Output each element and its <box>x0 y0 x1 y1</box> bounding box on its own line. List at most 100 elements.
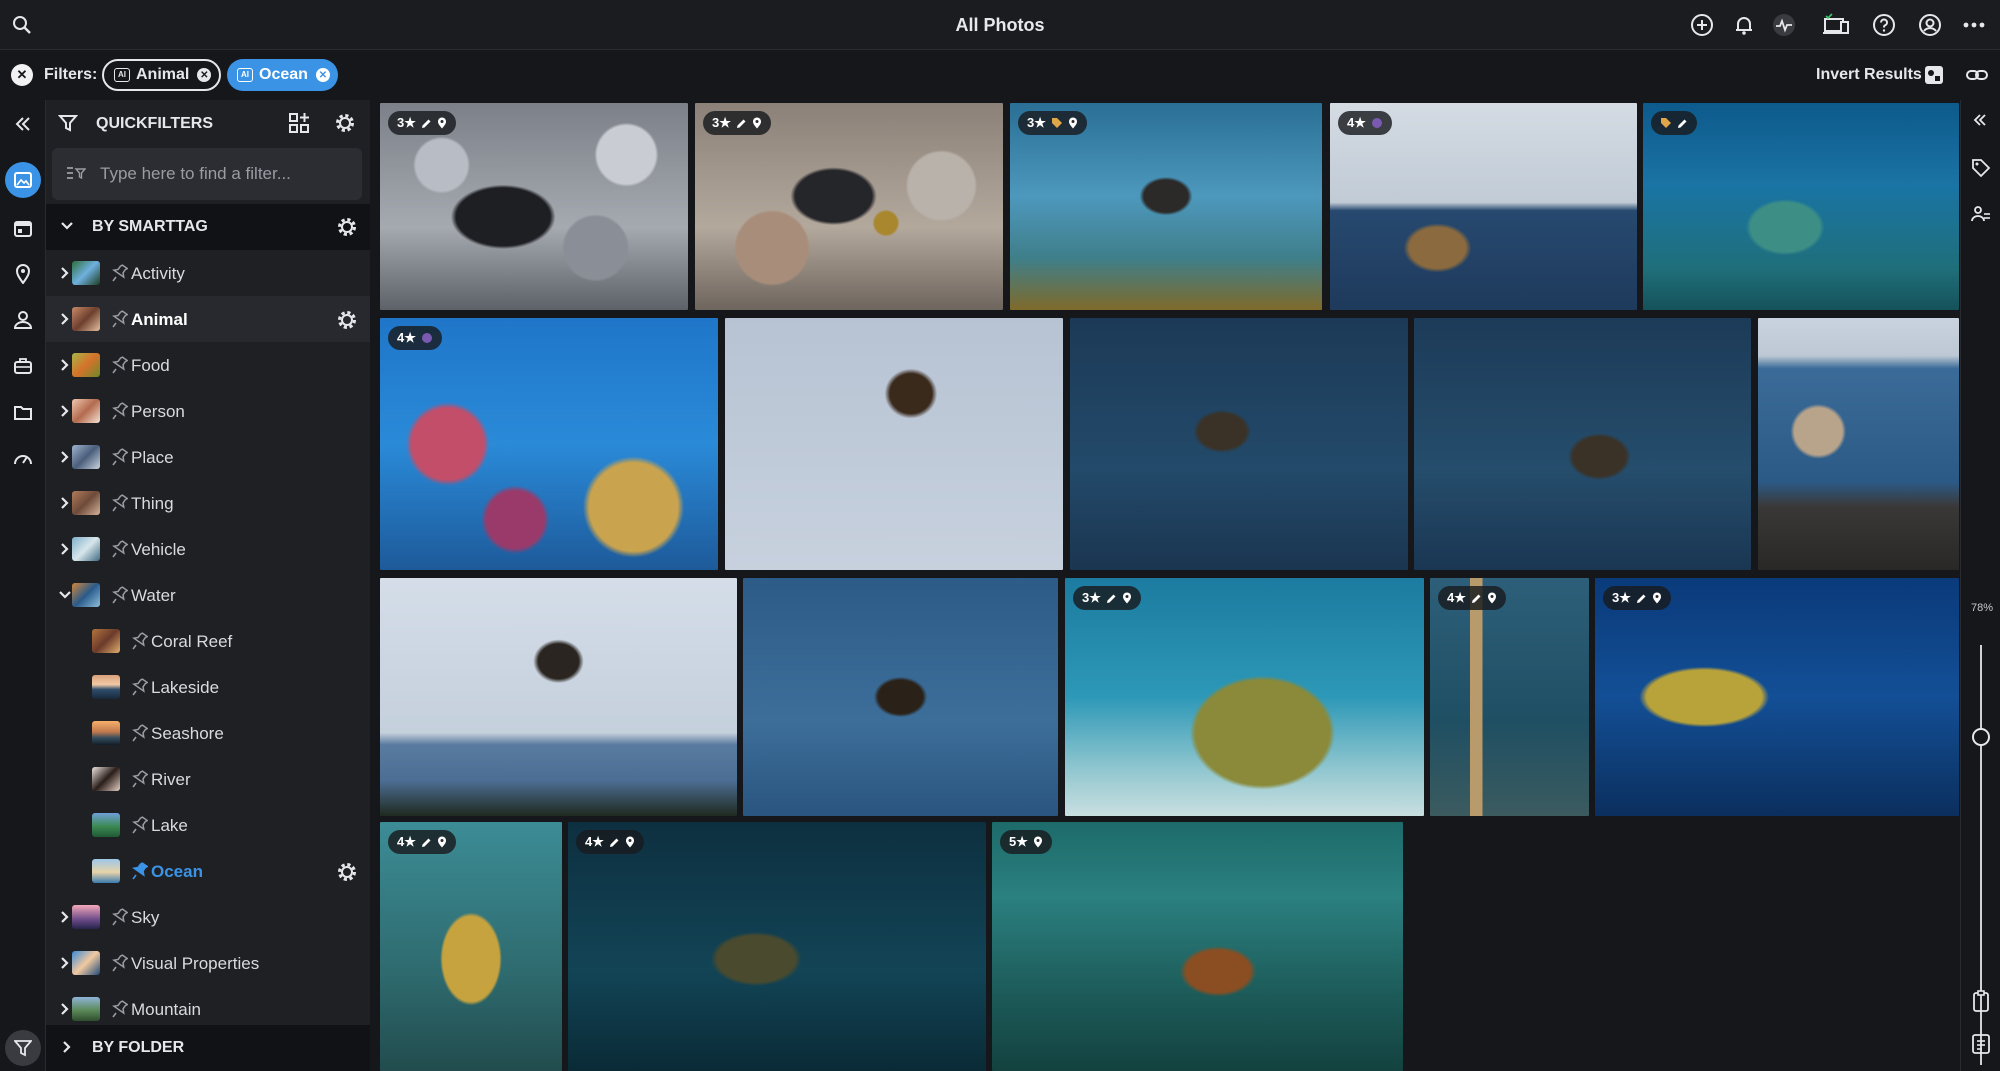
photo-thumbnail[interactable]: 3★ <box>1595 578 1959 816</box>
photo-thumbnail[interactable] <box>380 578 737 816</box>
location-icon[interactable] <box>5 256 41 292</box>
pin-icon[interactable] <box>132 632 148 650</box>
chevron-right-icon[interactable] <box>60 266 70 280</box>
account-icon[interactable] <box>1916 11 1944 39</box>
pin-icon[interactable] <box>112 448 128 466</box>
filter-chip-animal[interactable]: AI Animal ✕ <box>102 59 222 91</box>
pin-icon[interactable] <box>132 816 148 834</box>
devices-icon[interactable] <box>1822 11 1850 39</box>
photo-thumbnail[interactable] <box>1414 318 1751 570</box>
gear-icon[interactable] <box>336 216 358 238</box>
photo-thumbnail[interactable] <box>1758 318 1959 570</box>
photo-thumbnail[interactable]: 4★ <box>1330 103 1637 310</box>
quickfilter-item-activity[interactable]: Activity <box>46 250 370 296</box>
pin-icon[interactable] <box>112 586 128 604</box>
chevron-right-icon[interactable] <box>60 956 70 970</box>
pin-icon[interactable] <box>112 954 128 972</box>
photo-thumbnail[interactable]: 4★ <box>568 822 986 1071</box>
invert-results-button[interactable]: Invert Results <box>1816 66 1922 84</box>
work-icon[interactable] <box>5 348 41 384</box>
pin-icon[interactable] <box>112 356 128 374</box>
pin-icon[interactable] <box>112 1000 128 1018</box>
pin-icon[interactable] <box>132 770 148 788</box>
photo-thumbnail[interactable]: 3★ <box>380 103 688 310</box>
pin-icon[interactable] <box>112 402 128 420</box>
quickfilter-item-ocean[interactable]: Ocean <box>46 848 370 894</box>
chevron-right-icon[interactable] <box>60 496 70 510</box>
clear-filters-icon[interactable]: ✕ <box>11 64 33 86</box>
chevron-right-icon[interactable] <box>60 1002 70 1016</box>
activity-icon[interactable] <box>1770 11 1798 39</box>
filter-icon[interactable] <box>5 1030 41 1066</box>
add-icon[interactable] <box>1688 11 1716 39</box>
quickfilter-item-lake[interactable]: Lake <box>46 802 370 848</box>
chevron-right-icon[interactable] <box>60 404 70 418</box>
quickfilter-item-person[interactable]: Person <box>46 388 370 434</box>
section-by-smarttag[interactable]: BY SMARTTAG <box>46 204 370 250</box>
chevron-right-icon[interactable] <box>60 358 70 372</box>
folder-icon[interactable] <box>5 394 41 430</box>
quickfilter-item-river[interactable]: River <box>46 756 370 802</box>
people-icon[interactable] <box>1971 204 1991 224</box>
chevron-right-icon[interactable] <box>60 910 70 924</box>
pin-icon[interactable] <box>112 264 128 282</box>
chevron-down-icon[interactable] <box>58 590 72 600</box>
photo-thumbnail[interactable]: 4★ <box>380 318 718 570</box>
pin-icon[interactable] <box>132 724 148 742</box>
gear-icon[interactable] <box>336 861 358 883</box>
quickfilter-item-seashore[interactable]: Seashore <box>46 710 370 756</box>
photo-thumbnail[interactable] <box>1643 103 1959 310</box>
zoom-slider-handle[interactable] <box>1972 728 1990 747</box>
photo-thumbnail[interactable]: 4★ <box>1430 578 1589 816</box>
filter-chip-ocean[interactable]: AI Ocean ✕ <box>227 59 338 91</box>
chevron-right-icon[interactable] <box>60 542 70 556</box>
quickfilter-item-lakeside[interactable]: Lakeside <box>46 664 370 710</box>
photo-thumbnail[interactable]: 3★ <box>1065 578 1424 816</box>
filter-search-input[interactable] <box>100 162 350 186</box>
section-by-folder[interactable]: BY FOLDER <box>46 1025 370 1071</box>
quickfilter-item-vehicle[interactable]: Vehicle <box>46 526 370 572</box>
quickfilter-item-thing[interactable]: Thing <box>46 480 370 526</box>
photo-thumbnail[interactable] <box>743 578 1058 816</box>
photo-thumbnail[interactable]: 3★ <box>1010 103 1322 310</box>
quickfilter-item-visual-properties[interactable]: Visual Properties <box>46 940 370 986</box>
notes-icon[interactable] <box>1972 1034 1990 1054</box>
photo-thumbnail[interactable]: 3★ <box>695 103 1003 310</box>
person-icon[interactable] <box>5 302 41 338</box>
help-icon[interactable] <box>1870 11 1898 39</box>
gear-icon[interactable] <box>334 112 356 134</box>
add-filter-icon[interactable] <box>288 112 310 134</box>
calendar-icon[interactable] <box>5 210 41 246</box>
more-icon[interactable] <box>1960 11 1988 39</box>
clipboard-icon[interactable] <box>1972 990 1990 1012</box>
collapse-icon[interactable] <box>5 106 41 142</box>
pin-icon[interactable] <box>112 310 128 328</box>
quickfilter-item-water[interactable]: Water <box>46 572 370 618</box>
photo-thumbnail[interactable] <box>1070 318 1408 570</box>
photos-icon[interactable] <box>5 162 41 198</box>
pin-icon[interactable] <box>112 540 128 558</box>
collapse-right-icon[interactable] <box>1973 114 1987 126</box>
gear-icon[interactable] <box>336 309 358 331</box>
invert-toggle-icon[interactable] <box>1924 65 1944 85</box>
photo-thumbnail[interactable]: 5★ <box>992 822 1403 1071</box>
quickfilter-item-animal[interactable]: Animal <box>46 296 370 342</box>
tag-icon[interactable] <box>1971 158 1991 178</box>
chevron-right-icon[interactable] <box>60 450 70 464</box>
quickfilter-item-place[interactable]: Place <box>46 434 370 480</box>
remove-chip-icon[interactable]: ✕ <box>315 68 330 82</box>
quickfilter-item-food[interactable]: Food <box>46 342 370 388</box>
quickfilter-item-sky[interactable]: Sky <box>46 894 370 940</box>
pin-icon[interactable] <box>132 862 148 880</box>
pin-icon[interactable] <box>132 678 148 696</box>
photo-thumbnail[interactable]: 4★ <box>380 822 562 1071</box>
chevron-right-icon[interactable] <box>60 312 70 326</box>
remove-chip-icon[interactable]: ✕ <box>197 68 212 82</box>
pin-icon[interactable] <box>112 494 128 512</box>
quickfilter-item-coral-reef[interactable]: Coral Reef <box>46 618 370 664</box>
pin-icon[interactable] <box>112 908 128 926</box>
bell-icon[interactable] <box>1730 11 1758 39</box>
dashboard-icon[interactable] <box>5 440 41 476</box>
link-icon[interactable] <box>1966 65 1988 85</box>
photo-thumbnail[interactable] <box>725 318 1063 570</box>
